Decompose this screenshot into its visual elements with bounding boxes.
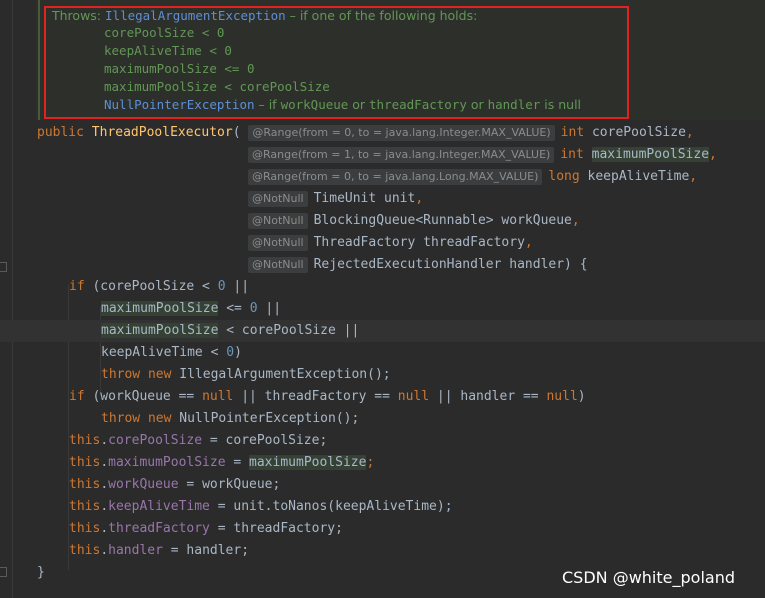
code-line[interactable]: this.handler = handler;: [69, 540, 249, 562]
code-line[interactable]: if (workQueue == null || threadFactory =…: [69, 386, 586, 408]
javadoc-npe-line: NullPointerException – if workQueue or t…: [104, 97, 582, 112]
code-line[interactable]: if (corePoolSize < 0 ||: [69, 276, 249, 298]
code-line[interactable]: @Range(from = 1, to = java.lang.Integer.…: [248, 144, 717, 166]
code-line[interactable]: this.corePoolSize = corePoolSize;: [69, 430, 327, 452]
fold-marker-icon[interactable]: [0, 567, 7, 577]
notnull-annotation: @NotNull: [248, 256, 308, 273]
throws-label: Throws:: [52, 8, 102, 23]
code-editor[interactable]: Throws: IllegalArgumentException – if on…: [0, 0, 765, 598]
javadoc-cond: maximumPoolSize <= 0: [104, 61, 255, 76]
notnull-annotation: @NotNull: [248, 212, 308, 229]
notnull-annotation: @NotNull: [248, 234, 308, 251]
gutter: [12, 0, 13, 598]
code-line[interactable]: keepAliveTime < 0): [101, 342, 242, 364]
javadoc-throws-line: Throws: IllegalArgumentException – if on…: [52, 7, 477, 25]
code-line[interactable]: @NotNull TimeUnit unit,: [248, 188, 423, 210]
constructor-name[interactable]: ThreadPoolExecutor: [92, 125, 233, 140]
javadoc-cond: maximumPoolSize < corePoolSize: [104, 79, 330, 94]
javadoc-bar: [38, 0, 40, 120]
range-annotation: @Range(from = 1, to = java.lang.Integer.…: [248, 146, 555, 163]
code-line[interactable]: @Range(from = 0, to = java.lang.Long.MAX…: [248, 166, 697, 188]
code-line[interactable]: }: [37, 562, 45, 584]
code-line[interactable]: throw new IllegalArgumentException();: [101, 364, 391, 386]
code-line[interactable]: this.threadFactory = threadFactory;: [69, 518, 343, 540]
javadoc-cond: corePoolSize < 0: [104, 25, 225, 40]
code-line[interactable]: this.maximumPoolSize = maximumPoolSize;: [69, 452, 374, 474]
code-line[interactable]: maximumPoolSize <= 0 ||: [101, 298, 281, 320]
exc1-desc: – if one of the following holds:: [285, 8, 478, 23]
illegal-argument-link[interactable]: IllegalArgumentException: [105, 8, 286, 23]
npe-link[interactable]: NullPointerException: [104, 97, 255, 112]
code-line[interactable]: this.workQueue = workQueue;: [69, 474, 280, 496]
fold-marker-icon[interactable]: [0, 262, 7, 272]
notnull-annotation: @NotNull: [248, 190, 308, 207]
range-annotation: @Range(from = 0, to = java.lang.Integer.…: [248, 124, 555, 141]
code-line[interactable]: throw new NullPointerException();: [101, 408, 359, 430]
code-line[interactable]: this.keepAliveTime = unit.toNanos(keepAl…: [69, 496, 453, 518]
code-line[interactable]: maximumPoolSize < corePoolSize ||: [101, 320, 359, 342]
range-annotation: @Range(from = 0, to = java.lang.Long.MAX…: [248, 168, 543, 185]
code-line[interactable]: public ThreadPoolExecutor( @Range(from =…: [37, 122, 694, 144]
javadoc-cond: keepAliveTime < 0: [104, 43, 232, 58]
code-line[interactable]: @NotNull RejectedExecutionHandler handler…: [248, 254, 588, 276]
code-line[interactable]: @NotNull ThreadFactory threadFactory,: [248, 232, 533, 254]
watermark: CSDN @white_poland: [562, 568, 735, 587]
code-line[interactable]: @NotNull BlockingQueue<Runnable> workQueu…: [248, 210, 580, 232]
